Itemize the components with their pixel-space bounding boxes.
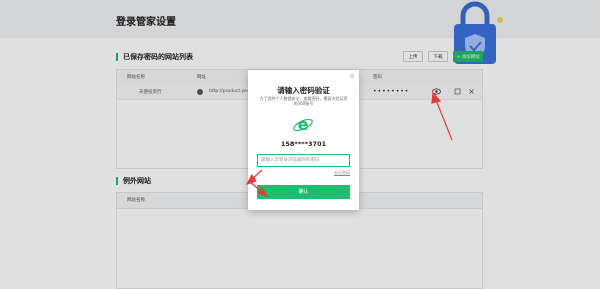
browser-logo-icon: e <box>293 115 313 134</box>
forgot-password-link[interactable]: 忘记密码 <box>334 170 350 176</box>
password-verify-dialog: × 请输入密码验证 为了您的个人数据安全，查看密码，需再次验证您的360账号 e… <box>248 70 359 210</box>
dialog-title: 请输入密码验证 <box>277 86 330 95</box>
dialog-description: 为了您的个人数据安全，查看密码，需再次验证您的360账号 <box>259 96 348 106</box>
account-number: 158****3701 <box>280 140 327 148</box>
password-input[interactable]: 请输入您登录浏览器时的密码 <box>257 154 350 167</box>
confirm-button[interactable]: 确认 <box>257 185 350 199</box>
close-icon[interactable]: × <box>349 72 355 80</box>
svg-text:e: e <box>298 115 309 134</box>
